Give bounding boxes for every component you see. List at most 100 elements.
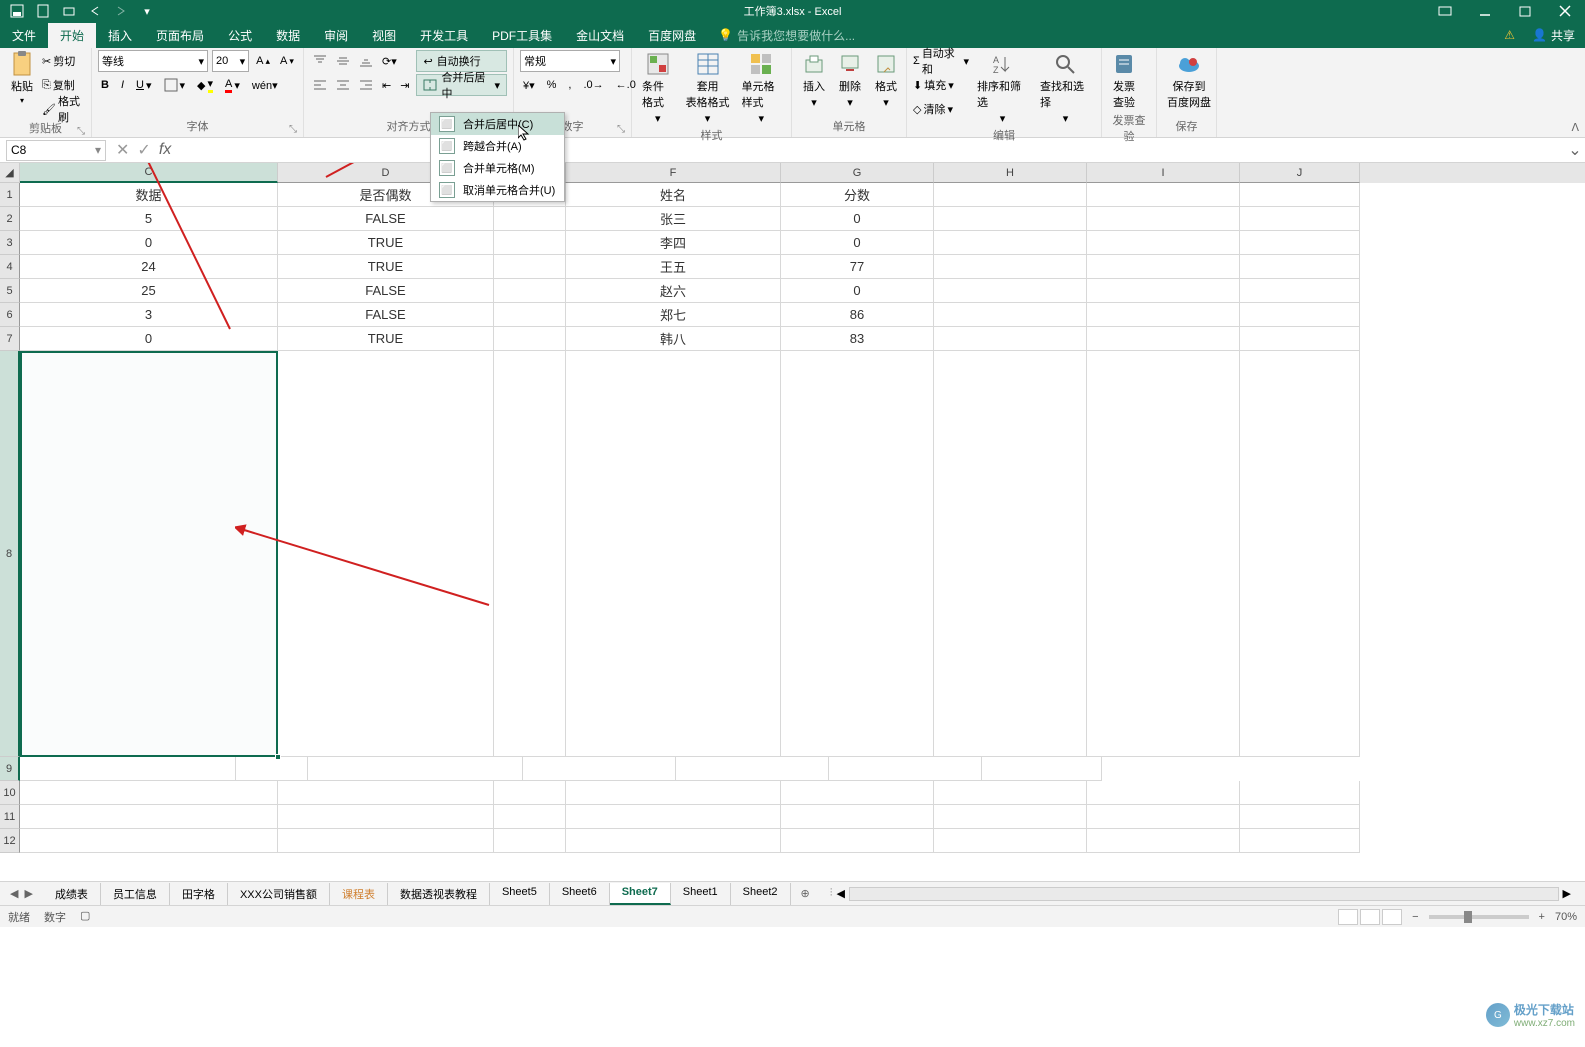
name-box[interactable]: C8▾: [6, 140, 106, 161]
tab-nav-first-icon[interactable]: ◀: [10, 887, 18, 900]
menu-layout[interactable]: 页面布局: [144, 23, 216, 48]
column-header[interactable]: J: [1240, 163, 1360, 183]
sheet-tab[interactable]: 课程表: [330, 883, 388, 905]
cell[interactable]: TRUE: [278, 255, 494, 279]
cell[interactable]: [1240, 805, 1360, 829]
cell[interactable]: 86: [781, 303, 934, 327]
conditional-format-button[interactable]: 条件格式▾: [638, 50, 678, 127]
cell[interactable]: 24: [20, 255, 278, 279]
cell[interactable]: 0: [781, 231, 934, 255]
align-bottom-button[interactable]: [356, 53, 376, 69]
cell[interactable]: [934, 303, 1087, 327]
cell[interactable]: [566, 781, 781, 805]
menu-file[interactable]: 文件: [0, 23, 48, 48]
cell[interactable]: 25: [20, 279, 278, 303]
menu-baidu[interactable]: 百度网盘: [636, 23, 708, 48]
new-sheet-button[interactable]: ⊕: [791, 884, 820, 903]
sheet-tab[interactable]: 数据透视表教程: [388, 883, 490, 905]
cell[interactable]: [1087, 279, 1240, 303]
column-header[interactable]: C: [20, 163, 278, 183]
cell[interactable]: [934, 279, 1087, 303]
share-button[interactable]: 👤共享: [1532, 27, 1575, 44]
cell[interactable]: [494, 327, 566, 351]
underline-button[interactable]: U▾: [133, 78, 154, 93]
cell[interactable]: [494, 781, 566, 805]
column-header[interactable]: G: [781, 163, 934, 183]
row-header[interactable]: 5: [0, 279, 20, 303]
merge-cells-item[interactable]: ⬜合并单元格(M): [431, 157, 564, 179]
percent-button[interactable]: %: [544, 78, 560, 92]
formula-input[interactable]: [181, 140, 1565, 161]
cell[interactable]: [1087, 255, 1240, 279]
row-header[interactable]: 11: [0, 805, 20, 829]
cell[interactable]: 李四: [566, 231, 781, 255]
cell[interactable]: 王五: [566, 255, 781, 279]
sheet-tab[interactable]: Sheet7: [610, 883, 671, 905]
ribbon-options-icon[interactable]: [1425, 0, 1465, 22]
format-cells-button[interactable]: 格式▾: [870, 50, 902, 111]
cell[interactable]: 0: [20, 231, 278, 255]
cell[interactable]: [934, 351, 1087, 757]
row-header[interactable]: 8: [0, 351, 20, 757]
delete-cells-button[interactable]: 删除▾: [834, 50, 866, 111]
font-color-button[interactable]: A▾: [222, 77, 243, 94]
sheet-tab[interactable]: XXX公司销售额: [228, 883, 330, 905]
cell[interactable]: [1240, 279, 1360, 303]
cell[interactable]: [829, 757, 982, 781]
cell[interactable]: [1240, 781, 1360, 805]
view-pagebreak-button[interactable]: [1382, 909, 1402, 925]
align-top-button[interactable]: [310, 53, 330, 69]
cell[interactable]: [1240, 303, 1360, 327]
cell[interactable]: [1087, 183, 1240, 207]
sheet-tab[interactable]: Sheet1: [671, 883, 731, 905]
merge-center-button[interactable]: 合并后居中▾: [416, 74, 507, 96]
cell[interactable]: [494, 829, 566, 853]
format-table-button[interactable]: 套用 表格格式▾: [682, 50, 734, 127]
fill-color-button[interactable]: ◆▾: [194, 76, 216, 94]
row-header[interactable]: 7: [0, 327, 20, 351]
cell[interactable]: FALSE: [278, 207, 494, 231]
row-header[interactable]: 9: [0, 757, 20, 781]
spreadsheet-grid[interactable]: ◢ CDEFGHIJ 1数据是否偶数姓名分数25FALSE张三030TRUE李四…: [0, 163, 1585, 881]
cell[interactable]: 赵六: [566, 279, 781, 303]
cell[interactable]: 韩八: [566, 327, 781, 351]
print-icon[interactable]: [60, 2, 78, 20]
new-icon[interactable]: [34, 2, 52, 20]
cell[interactable]: [934, 183, 1087, 207]
cell[interactable]: FALSE: [278, 303, 494, 327]
cell[interactable]: 张三: [566, 207, 781, 231]
align-center-button[interactable]: [333, 77, 353, 93]
zoom-out-icon[interactable]: −: [1412, 911, 1418, 923]
undo-icon[interactable]: [86, 2, 104, 20]
increase-indent-button[interactable]: ⇥: [397, 78, 412, 93]
number-format-combo[interactable]: 常规▾: [520, 50, 620, 72]
cell[interactable]: [278, 351, 494, 757]
dialog-launcher-icon[interactable]: ⤡: [617, 124, 625, 135]
decrease-font-button[interactable]: A▾: [277, 54, 297, 68]
cell[interactable]: [781, 805, 934, 829]
border-button[interactable]: ▾: [161, 77, 189, 93]
phonetic-button[interactable]: wén▾: [249, 78, 281, 93]
cell[interactable]: [494, 303, 566, 327]
align-middle-button[interactable]: [333, 53, 353, 69]
dialog-launcher-icon[interactable]: ⤡: [77, 126, 85, 137]
row-header[interactable]: 3: [0, 231, 20, 255]
cell[interactable]: [1240, 829, 1360, 853]
cell[interactable]: [934, 207, 1087, 231]
cell[interactable]: [934, 255, 1087, 279]
cell[interactable]: [20, 351, 278, 781]
macro-record-icon[interactable]: ▢: [80, 909, 90, 925]
autosum-button[interactable]: Σ自动求和▾: [913, 50, 969, 72]
cell[interactable]: [1087, 327, 1240, 351]
cell[interactable]: [494, 207, 566, 231]
dialog-launcher-icon[interactable]: ⤡: [289, 124, 297, 135]
cell[interactable]: [1240, 231, 1360, 255]
cell[interactable]: [523, 757, 676, 781]
select-all-cell[interactable]: ◢: [0, 163, 20, 183]
cut-button[interactable]: ✂剪切: [42, 50, 85, 72]
cell[interactable]: 郑七: [566, 303, 781, 327]
cell[interactable]: [1240, 207, 1360, 231]
cell[interactable]: [278, 781, 494, 805]
cell[interactable]: [494, 279, 566, 303]
fill-button[interactable]: ⬇填充▾: [913, 74, 969, 96]
